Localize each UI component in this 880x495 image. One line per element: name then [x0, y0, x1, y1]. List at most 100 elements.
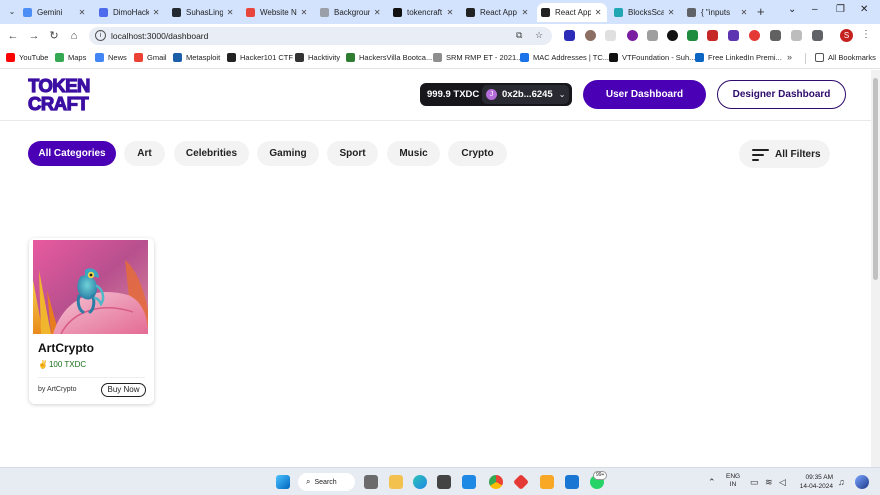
category-chip-all-categories[interactable]: All Categories [28, 141, 116, 166]
category-chip-celebrities[interactable]: Celebrities [174, 141, 249, 166]
bookmark-item[interactable]: Hacktivity [295, 53, 340, 62]
taskbar-search[interactable]: ⌕ Search [298, 473, 355, 491]
tokencraft-logo[interactable]: TOKEN CRAFT [28, 75, 104, 113]
more-bookmarks-icon[interactable]: » [787, 52, 792, 62]
start-menu-icon[interactable] [276, 475, 290, 489]
nft-card[interactable]: ArtCrypto ✌ 100 TXDC by ArtCrypto Buy No… [29, 238, 154, 404]
tab-search-icon[interactable]: ⌄ [6, 6, 18, 18]
browser-tab[interactable]: DimoHack ✕ [95, 3, 165, 22]
dropbox-icon[interactable] [462, 475, 476, 489]
home-icon[interactable]: ⌂ [67, 29, 81, 43]
browser-tab[interactable]: tokencraft ✕ [389, 3, 459, 22]
tab-close-icon[interactable]: ✕ [151, 8, 161, 17]
nft-image[interactable] [33, 240, 148, 334]
extension-diamond-icon[interactable] [791, 30, 802, 41]
back-icon[interactable]: ← [6, 29, 20, 43]
tray-chevron-icon[interactable]: ⌃ [708, 477, 716, 488]
minimize-icon[interactable]: – [812, 4, 818, 15]
bookmark-item[interactable]: Free LinkedIn Premi... [695, 53, 782, 62]
tab-close-icon[interactable]: ✕ [666, 8, 676, 17]
notification-bell-icon[interactable]: ♫ [838, 477, 845, 487]
vscode-icon[interactable] [565, 475, 579, 489]
browser-menu-icon[interactable]: ⋮ [861, 29, 871, 40]
bookmark-star-icon[interactable]: ☆ [535, 30, 543, 41]
language-indicator[interactable]: ENG IN [726, 473, 740, 489]
user-dashboard-button[interactable]: User Dashboard [583, 80, 706, 109]
browser-tab[interactable]: BlocksSca ✕ [610, 3, 680, 22]
buy-now-button[interactable]: Buy Now [101, 383, 146, 397]
bookmark-item[interactable]: SRM RMP ET - 2021... [433, 53, 522, 62]
browser-tab[interactable]: Backgroun ✕ [316, 3, 386, 22]
maximize-icon[interactable]: ❐ [836, 4, 845, 15]
wallet-widget[interactable]: 999.9 TXDC J 0x2b...6245 ⌄ [420, 83, 572, 106]
tab-list-chevron-icon[interactable]: ⌄ [788, 4, 796, 15]
copilot-icon[interactable] [855, 475, 869, 489]
new-tab-button[interactable]: + [757, 5, 765, 18]
tab-close-icon[interactable]: ✕ [739, 8, 749, 17]
extension-circle-icon[interactable] [667, 30, 678, 41]
close-window-icon[interactable]: ✕ [860, 4, 868, 15]
system-clock[interactable]: 09:35 AM 14-04-2024 [797, 473, 833, 491]
extension-arrow-icon[interactable] [770, 30, 781, 41]
bookmark-item[interactable]: News [95, 53, 127, 62]
tab-close-icon[interactable]: ✕ [593, 8, 603, 17]
tab-close-icon[interactable]: ✕ [372, 8, 382, 17]
all-filters-button[interactable]: All Filters [739, 140, 830, 168]
file-explorer-icon[interactable] [389, 475, 403, 489]
extension-cookie-icon[interactable] [585, 30, 596, 41]
edge-icon[interactable] [413, 475, 427, 489]
address-bar[interactable]: i localhost:3000/dashboard ⧉ ☆ [89, 27, 552, 45]
bookmark-item[interactable]: Hacker101 CTF [227, 53, 293, 62]
bookmark-item[interactable]: MAC Addresses | TC... [520, 53, 609, 62]
tab-close-icon[interactable]: ✕ [299, 8, 309, 17]
tab-close-icon[interactable]: ✕ [225, 8, 235, 17]
extension-grid-icon[interactable] [728, 30, 739, 41]
browser-tab[interactable]: SuhasLing ✕ [168, 3, 239, 22]
bookmark-item[interactable]: Maps [55, 53, 86, 62]
browser-tab[interactable]: React App ✕ [537, 3, 607, 22]
extension-purple-icon[interactable] [627, 30, 638, 41]
browser-tab[interactable]: { "inputs ✕ [683, 3, 753, 22]
tab-close-icon[interactable]: ✕ [520, 8, 530, 17]
chrome-icon[interactable] [489, 475, 503, 489]
volume-icon[interactable]: ◁ [779, 477, 786, 488]
designer-dashboard-button[interactable]: Designer Dashboard [717, 80, 846, 109]
cast-icon[interactable]: ⧉ [516, 30, 522, 41]
forward-icon[interactable]: → [27, 29, 41, 43]
extension-block-icon[interactable] [749, 30, 760, 41]
extension-red-icon[interactable] [707, 30, 718, 41]
bookmark-item[interactable]: Gmail [134, 53, 167, 62]
extensions-puzzle-icon[interactable] [812, 30, 823, 41]
bookmark-item[interactable]: Metasploit [173, 53, 220, 62]
git-icon[interactable] [513, 474, 529, 490]
browser-tab[interactable]: React App ✕ [462, 3, 534, 22]
site-info-icon[interactable]: i [95, 30, 106, 41]
reload-icon[interactable]: ↻ [47, 29, 61, 43]
profile-avatar[interactable]: S [840, 29, 853, 42]
url-text[interactable]: localhost:3000/dashboard [111, 31, 208, 41]
category-chip-sport[interactable]: Sport [327, 141, 378, 166]
extension-wa-icon[interactable] [687, 30, 698, 41]
wifi-icon[interactable]: ≋ [765, 477, 773, 488]
wallet-address-dropdown[interactable]: J 0x2b...6245 ⌄ [482, 85, 569, 104]
extension-tc-icon[interactable] [605, 30, 616, 41]
sublime-icon[interactable] [540, 475, 554, 489]
bookmark-item[interactable]: VTFoundation - Suh... [609, 53, 695, 62]
bookmark-item[interactable]: YouTube [6, 53, 48, 62]
bookmark-item[interactable]: HackersVilla Bootca... [346, 53, 432, 62]
extension-hex-icon[interactable] [564, 30, 575, 41]
extension-rocket-icon[interactable] [647, 30, 658, 41]
display-icon[interactable]: ▭ [750, 477, 759, 488]
category-chip-art[interactable]: Art [124, 141, 165, 166]
category-chip-crypto[interactable]: Crypto [448, 141, 507, 166]
category-chip-gaming[interactable]: Gaming [257, 141, 319, 166]
tab-close-icon[interactable]: ✕ [445, 8, 455, 17]
task-view-icon[interactable] [364, 475, 378, 489]
browser-tab[interactable]: Gemini ✕ [19, 3, 91, 22]
browser-tab[interactable]: Website N ✕ [242, 3, 313, 22]
page-scrollbar-thumb[interactable] [873, 78, 878, 280]
store-icon[interactable] [437, 475, 451, 489]
category-chip-music[interactable]: Music [387, 141, 440, 166]
tab-close-icon[interactable]: ✕ [77, 8, 87, 17]
all-bookmarks-button[interactable]: All Bookmarks [815, 53, 876, 62]
